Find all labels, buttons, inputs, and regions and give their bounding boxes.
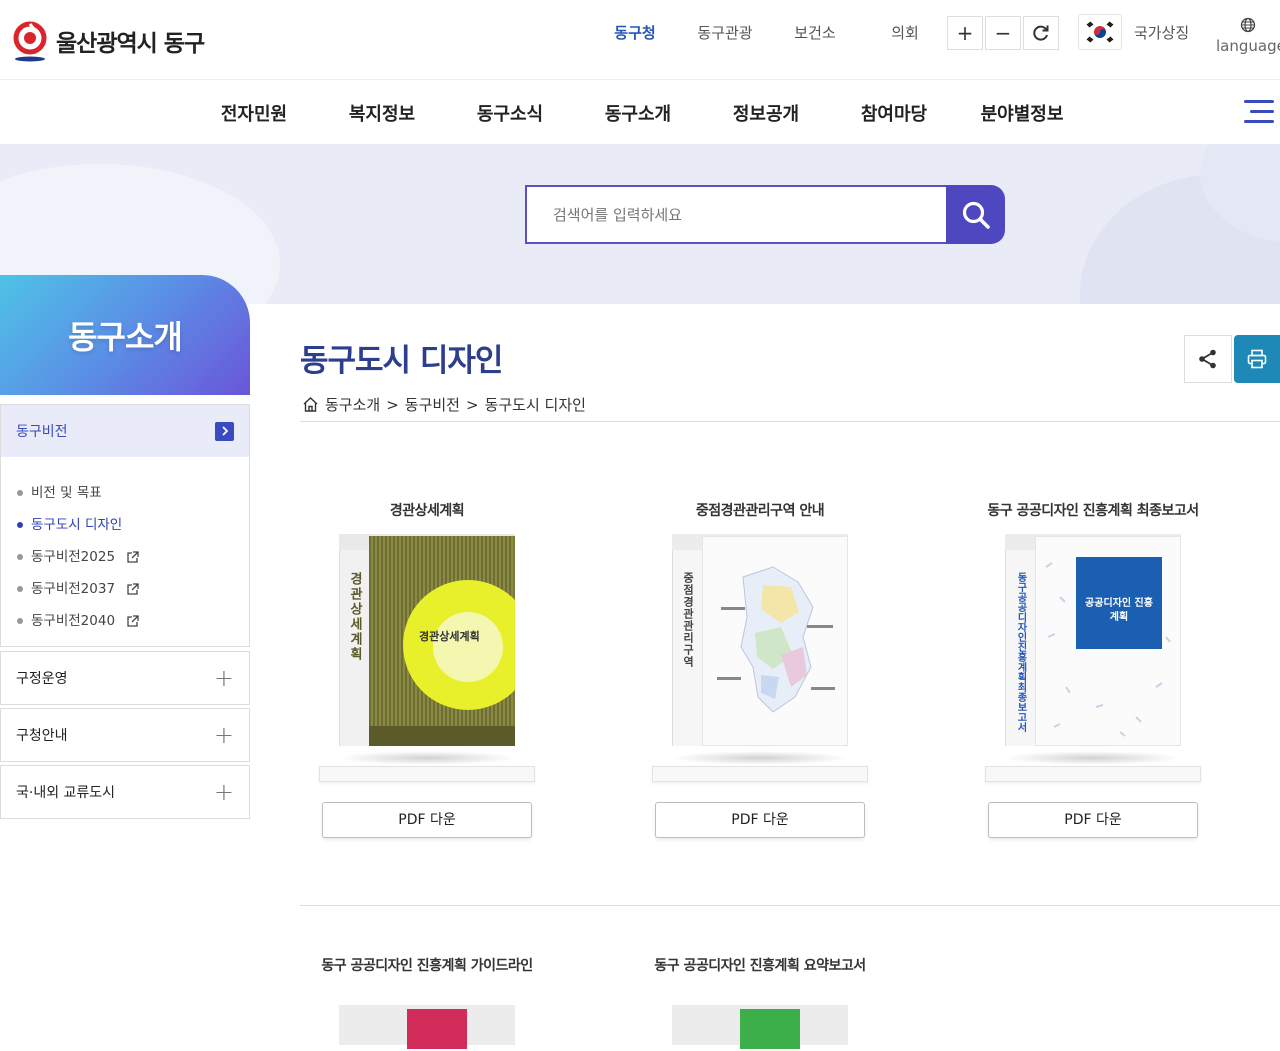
share-button[interactable]: [1184, 335, 1232, 383]
search-input[interactable]: [525, 185, 946, 244]
nav-item-disclosure[interactable]: 정보공개: [702, 100, 830, 126]
nav-item-about[interactable]: 동구소개: [574, 100, 702, 126]
document-card: 동구 공공디자인 진흥계획 최종보고서 동구공공디자인진흥계획최종보고서 공공디…: [963, 500, 1223, 838]
pdf-download-button[interactable]: PDF 다운: [655, 802, 865, 838]
national-symbol-button[interactable]: [1078, 14, 1122, 50]
card-title: 중점경관관리구역 안내: [695, 503, 825, 519]
breadcrumb-item[interactable]: 동구비전: [405, 394, 460, 415]
search-icon: [962, 201, 990, 229]
site-logo[interactable]: 울산광역시 동구: [12, 20, 205, 62]
divider: [300, 421, 1280, 422]
card-title: 동구 공공디자인 진흥계획 최종보고서: [987, 503, 1199, 519]
national-symbol-label[interactable]: 국가상징: [1134, 22, 1189, 43]
language-label: language: [1216, 37, 1280, 55]
plus-icon: +: [213, 664, 234, 692]
nav-item-field-info[interactable]: 분야별정보: [958, 100, 1086, 126]
zoom-in-button[interactable]: +: [947, 16, 983, 50]
book-cover-title: 공공디자인 진흥계획: [1085, 598, 1153, 623]
nav-item-participation[interactable]: 참여마당: [830, 100, 958, 126]
sidebar-item-vision-goals[interactable]: 비전 및 목표: [17, 477, 249, 509]
search-bar: [525, 185, 1005, 244]
top-link-health-center[interactable]: 보건소: [770, 22, 860, 43]
book-spine-text: 중점경관관리구역: [681, 572, 695, 668]
book-spine-text: 동구공공디자인진흥계획최종보고서: [1015, 572, 1026, 732]
plus-icon: +: [213, 778, 234, 806]
sidebar-section-label: 동구비전: [16, 424, 68, 440]
breadcrumb-item[interactable]: 동구소개: [325, 394, 380, 415]
sidebar-item-vision-2025[interactable]: 동구비전2025: [17, 541, 249, 573]
card-title: 동구 공공디자인 진흥계획 요약보고서: [654, 958, 866, 974]
zoom-out-button[interactable]: −: [985, 16, 1021, 50]
divider: [300, 905, 1280, 906]
top-links: 동구청 동구관광 보건소 의회: [590, 22, 950, 43]
shelf: [319, 766, 535, 782]
breadcrumb: 동구소개 > 동구비전 > 동구도시 디자인: [302, 394, 586, 415]
plus-icon: +: [213, 721, 234, 749]
top-header: 울산광역시 동구 동구청 동구관광 보건소 의회 + − 국가상징 langua…: [0, 0, 1280, 80]
pdf-download-button[interactable]: PDF 다운: [322, 802, 532, 838]
sidebar-item-vision-2040[interactable]: 동구비전2040: [17, 605, 249, 637]
nav-item-news[interactable]: 동구소식: [446, 100, 574, 126]
zoom-reset-button[interactable]: [1023, 16, 1059, 50]
sidebar-section-label: 구청안내: [16, 728, 68, 744]
korea-flag-icon: [1084, 20, 1116, 44]
globe-icon: [1240, 17, 1256, 33]
share-icon: [1199, 349, 1216, 369]
book-cover-title: 경관상세계획: [419, 630, 480, 643]
breadcrumb-separator: >: [386, 395, 399, 414]
card-title: 경관상세계획: [389, 503, 465, 519]
sidebar-item-vision-2037[interactable]: 동구비전2037: [17, 573, 249, 605]
top-link-tourism[interactable]: 동구관광: [680, 22, 770, 43]
book-spine-text: 경관상세계획: [347, 572, 362, 662]
printer-icon: [1247, 349, 1267, 369]
shelf: [985, 766, 1201, 782]
menu-icon[interactable]: [1244, 100, 1274, 126]
sidebar-section-vision: 동구비전 비전 및 목표 동구도시 디자인 동구비전2025 동구비전2037 …: [0, 404, 250, 647]
pdf-download-button[interactable]: PDF 다운: [988, 802, 1198, 838]
book-cover-image: 경관상세계획 경관상세계획: [317, 534, 537, 766]
chevron-right-icon: [215, 421, 234, 441]
breadcrumb-separator: >: [465, 395, 479, 414]
external-link-icon: [127, 550, 139, 563]
card-title: 동구 공공디자인 진흥계획 가이드라인: [321, 958, 533, 974]
print-button[interactable]: [1234, 335, 1280, 383]
external-link-icon: [127, 614, 139, 627]
book-cover-image: 중점경관관리구역: [650, 534, 870, 766]
sidebar-item-city-design[interactable]: 동구도시 디자인: [17, 509, 249, 541]
breadcrumb-item-current: 동구도시 디자인: [484, 396, 586, 414]
top-link-council[interactable]: 의회: [860, 22, 950, 43]
document-card: 동구 공공디자인 진흥계획 요약보고서: [630, 955, 890, 1051]
book-cover-image: 동구공공디자인진흥계획최종보고서 공공디자인 진흥계획: [983, 534, 1203, 766]
search-button[interactable]: [946, 185, 1005, 244]
sidebar-section-label: 국·내외 교류도시: [16, 785, 116, 801]
sidebar-section-label: 구정운영: [16, 671, 68, 687]
zoom-controls: + −: [947, 16, 1059, 50]
logo-emblem-icon: [12, 20, 48, 62]
home-icon[interactable]: [302, 396, 319, 413]
sidebar-section-administration[interactable]: 구정운영 +: [0, 651, 250, 705]
shelf: [652, 766, 868, 782]
external-link-icon: [127, 582, 139, 595]
sidebar-section-office-guide[interactable]: 구청안내 +: [0, 708, 250, 762]
document-card: 동구 공공디자인 진흥계획 가이드라인: [297, 955, 557, 1051]
sidebar-section-sister-cities[interactable]: 국·내외 교류도시 +: [0, 765, 250, 819]
document-card: 중점경관관리구역 안내 중점경관관리구역 PDF 다운: [630, 500, 890, 838]
main-nav: 전자민원 복지정보 동구소식 동구소개 정보공개 참여마당 분야별정보: [0, 80, 1280, 144]
sidebar-section-header[interactable]: 동구비전: [1, 405, 249, 457]
nav-item-e-civil[interactable]: 전자민원: [190, 100, 318, 126]
page-title: 동구도시 디자인: [300, 343, 503, 379]
logo-text: 울산광역시 동구: [56, 31, 205, 57]
nav-item-welfare[interactable]: 복지정보: [318, 100, 446, 126]
top-link-donggu-office[interactable]: 동구청: [590, 22, 680, 43]
document-card: 경관상세계획 경관상세계획 경관상세계획 PDF 다운: [297, 500, 557, 838]
refresh-icon: [1033, 25, 1049, 41]
language-button[interactable]: language: [1216, 17, 1280, 55]
sidebar-title: 동구소개: [0, 275, 250, 395]
